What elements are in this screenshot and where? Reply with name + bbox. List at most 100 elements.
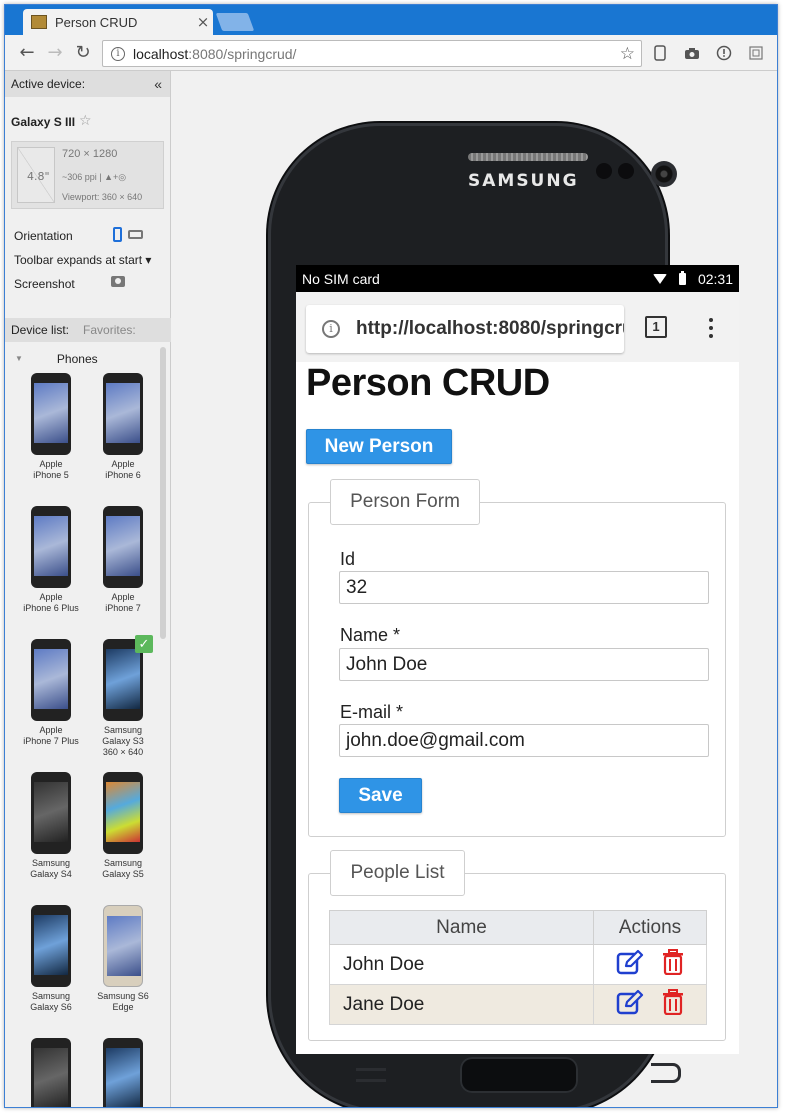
status-bar: No SIM card 02:31 [296, 265, 739, 292]
back-key[interactable] [651, 1063, 681, 1083]
favorites-tab[interactable]: Favorites: [83, 323, 136, 337]
url-text: localhost:8080/springcrud/ [133, 45, 297, 62]
device-galaxy-s7[interactable] [19, 1038, 83, 1107]
collapse-icon[interactable]: « [154, 76, 162, 92]
device-list-tab[interactable]: Device list: [11, 323, 69, 337]
device-iphone-6-plus[interactable]: Apple iPhone 6 Plus [19, 506, 83, 614]
device-image [103, 1038, 143, 1107]
device-iphone-7-plus[interactable]: Apple iPhone 7 Plus [19, 639, 83, 747]
people-list-legend: People List [330, 850, 465, 896]
device-list-scrollbar[interactable] [160, 347, 166, 639]
info-icon[interactable]: i [111, 46, 125, 61]
favorite-star-icon[interactable]: ☆ [79, 113, 92, 129]
device-galaxy-s3[interactable]: ✓ Samsung Galaxy S3 360 × 640 [91, 635, 155, 758]
device-image [103, 772, 143, 854]
device-line2: iPhone 6 Plus [23, 603, 79, 613]
edit-icon[interactable] [616, 949, 644, 975]
id-field[interactable]: 32 [339, 571, 709, 604]
table-row[interactable]: John Doe [329, 944, 707, 985]
row-actions [593, 984, 707, 1025]
menu-key[interactable] [356, 1068, 386, 1082]
bookmark-star-icon[interactable]: ☆ [620, 44, 635, 64]
phone-frame: SAMSUNG No SIM card 02:31 i http://local… [268, 123, 739, 1107]
device-line1: Apple [39, 592, 63, 602]
browser-window: Person CRUD × ← → ↻ i localhost:8080/spr… [4, 4, 778, 1108]
device-line1: Samsung S6 [97, 991, 149, 1001]
status-time: 02:31 [697, 270, 733, 287]
landscape-icon[interactable] [128, 230, 143, 239]
device-image [31, 772, 71, 854]
device-line2: iPhone 7 Plus [23, 736, 79, 746]
category-label: Phones [56, 352, 98, 366]
extension-icon[interactable] [746, 43, 766, 63]
device-sidebar: Active device: « Galaxy S III ☆ 4.8" 720… [5, 71, 171, 1107]
person-form-legend: Person Form [330, 479, 480, 525]
category-row[interactable]: ▼ Phones [15, 352, 98, 366]
sim-status: No SIM card [302, 270, 380, 287]
device-galaxy-s6-edge[interactable]: Samsung S6 Edge [91, 905, 155, 1013]
screenshot-camera-icon[interactable] [111, 276, 125, 287]
active-device-label: Active device: [11, 77, 86, 91]
table-row[interactable]: Jane Doe [329, 984, 707, 1025]
back-arrow-icon[interactable]: ← [13, 39, 41, 67]
toolbar-expands-dropdown[interactable]: Toolbar expands at start ▾ [14, 253, 151, 267]
browser-tab[interactable]: Person CRUD × [23, 9, 213, 35]
device-image [31, 506, 71, 588]
device-list-header: Device list: Favorites: [5, 318, 171, 342]
expand-arrow-icon: ▼ [15, 354, 23, 363]
screen-size: 4.8" [27, 170, 50, 183]
device-mode-icon[interactable] [650, 43, 670, 63]
speaker-grille [468, 153, 588, 161]
tab-switcher-icon[interactable]: 1 [645, 316, 667, 338]
device-iphone-6[interactable]: Apple iPhone 6 [91, 373, 155, 481]
front-camera [651, 161, 677, 187]
device-line2: iPhone 6 [105, 470, 141, 480]
save-button[interactable]: Save [339, 778, 422, 813]
new-tab-button[interactable] [215, 13, 255, 31]
screenshot-label: Screenshot [14, 277, 75, 291]
device-iphone-5[interactable]: Apple iPhone 5 [19, 373, 83, 481]
selected-check-icon: ✓ [135, 635, 153, 653]
device-galaxy-s5[interactable]: Samsung Galaxy S5 [91, 772, 155, 880]
device-galaxy-s4[interactable]: Samsung Galaxy S4 [19, 772, 83, 880]
resolution: 720 × 1280 [62, 148, 118, 160]
home-button[interactable] [460, 1057, 578, 1093]
overflow-menu-icon[interactable] [706, 318, 716, 338]
delete-icon[interactable] [662, 948, 684, 975]
device-galaxy-s6[interactable]: Samsung Galaxy S6 [19, 905, 83, 1013]
device-image [31, 373, 71, 455]
delete-icon[interactable] [662, 988, 684, 1015]
info-icon[interactable]: i [322, 320, 340, 338]
device-line1: Apple [111, 459, 135, 469]
name-column-header[interactable]: Name [329, 910, 594, 945]
portrait-icon[interactable] [113, 227, 122, 242]
device-image [31, 1038, 71, 1107]
close-tab-icon[interactable]: × [193, 13, 213, 31]
forward-arrow-icon[interactable]: → [41, 39, 69, 67]
mobile-url: http://localhost:8080/springcrud/ [356, 318, 624, 339]
favicon-icon [31, 15, 47, 29]
address-bar[interactable]: i localhost:8080/springcrud/ ☆ [102, 40, 642, 67]
people-table: Name Actions John Doe Jane Doe [329, 910, 707, 1025]
edit-icon[interactable] [616, 989, 644, 1015]
person-form: Person Form Id 32 Name * John Doe E-mail… [308, 479, 726, 837]
email-field[interactable]: john.doe@gmail.com [339, 724, 709, 757]
name-field[interactable]: John Doe [339, 648, 709, 681]
reload-icon[interactable]: ↻ [69, 39, 97, 67]
alert-icon[interactable] [714, 43, 734, 63]
device-galaxy-note[interactable] [91, 1038, 155, 1107]
new-person-button[interactable]: New Person [306, 429, 452, 464]
device-iphone-7[interactable]: Apple iPhone 7 [91, 506, 155, 614]
device-line2: iPhone 7 [105, 603, 141, 613]
title-bar: Person CRUD × [5, 5, 777, 35]
device-image [103, 506, 143, 588]
emulator-viewport: SAMSUNG No SIM card 02:31 i http://local… [172, 71, 777, 1107]
email-label: E-mail * [340, 702, 404, 722]
android-icon: ▲+◎ [104, 172, 127, 182]
device-image [103, 905, 143, 987]
orientation-label: Orientation [14, 229, 73, 243]
camera-icon[interactable] [682, 43, 702, 63]
mobile-address-bar[interactable]: i http://localhost:8080/springcrud/ [306, 305, 624, 353]
device-line1: Apple [39, 459, 63, 469]
device-line2: Galaxy S3 [102, 736, 144, 746]
